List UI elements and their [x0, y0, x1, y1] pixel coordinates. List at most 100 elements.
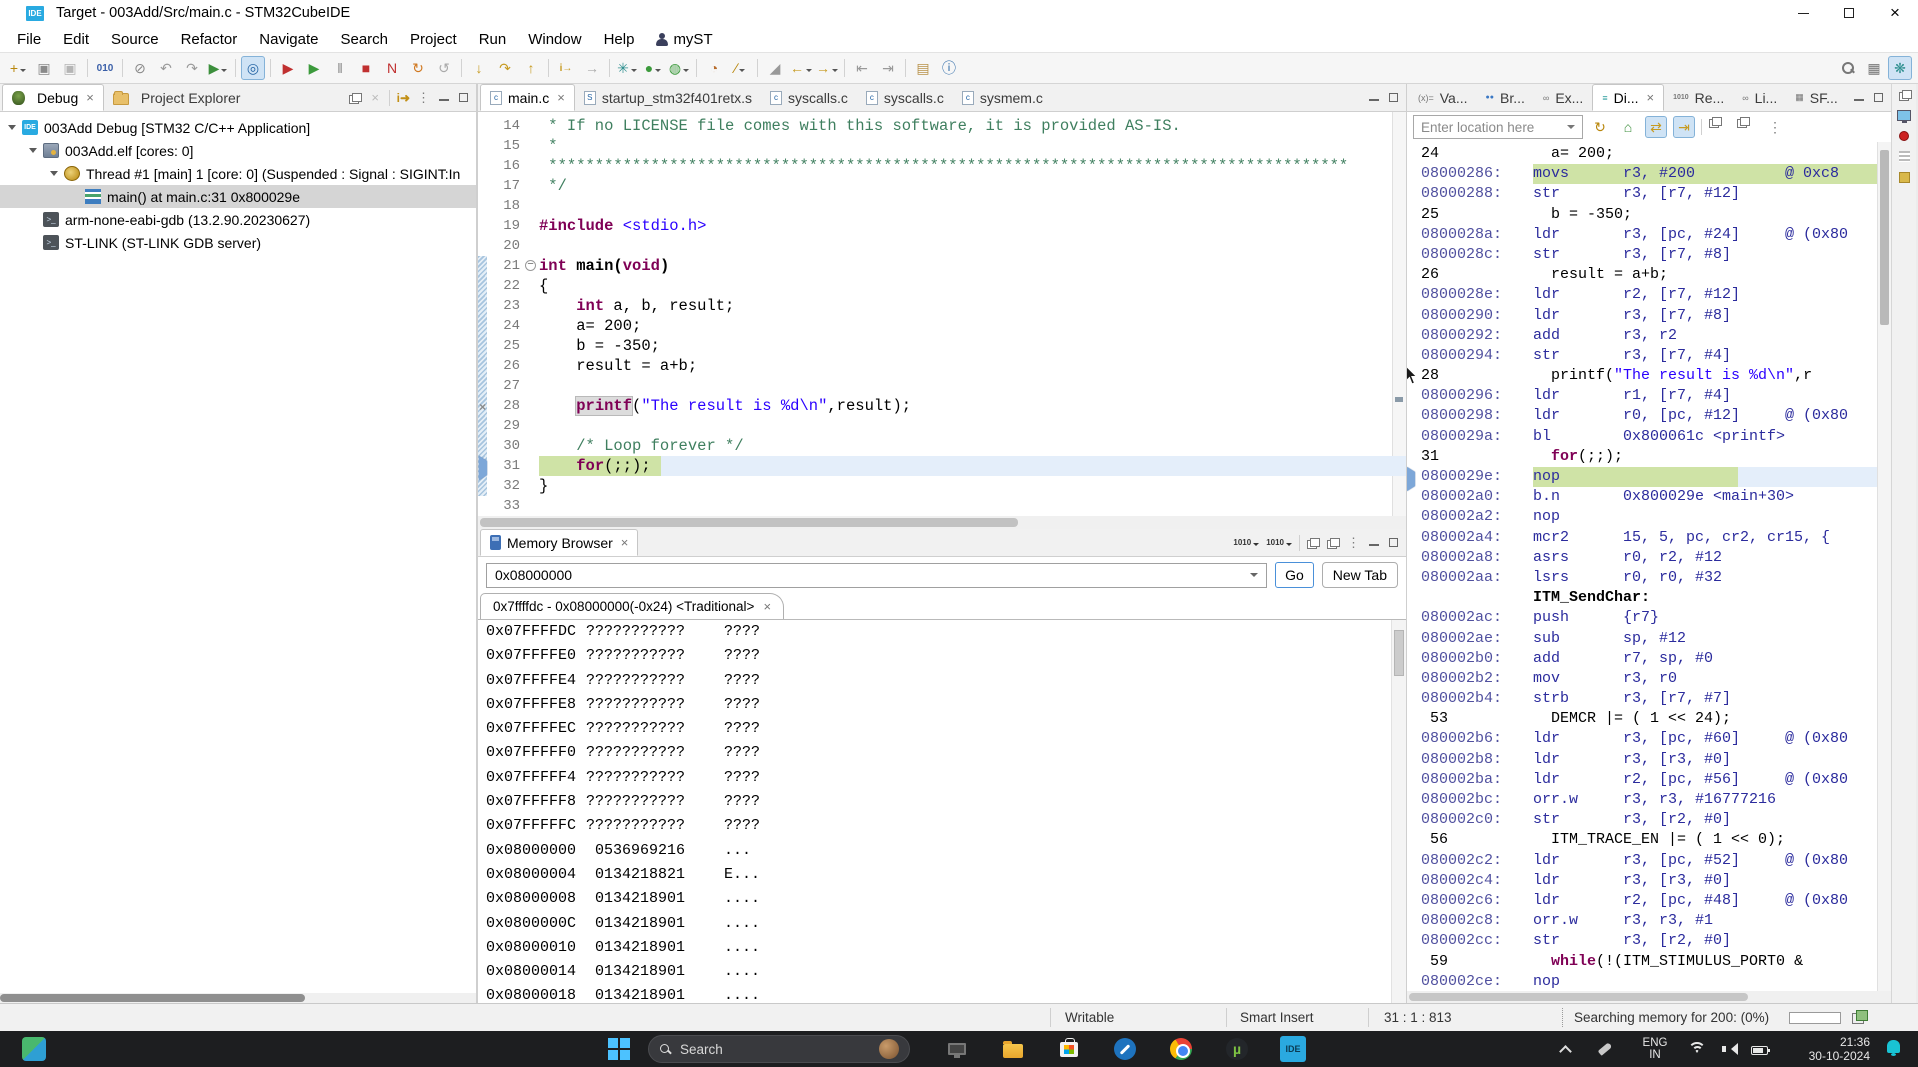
- memory-row[interactable]: 0x0800000C 0134218901....: [486, 915, 1406, 939]
- terminate-relaunch-icon[interactable]: ▶: [276, 56, 300, 80]
- step-return-icon[interactable]: ↑: [519, 56, 543, 80]
- code-line-15[interactable]: 15 *: [478, 136, 1406, 156]
- tab-syscalls-c[interactable]: syscalls.c: [761, 84, 857, 111]
- disasm-instruction-row[interactable]: 08000288:str r3, [r7, #12]: [1407, 184, 1891, 204]
- restart-icon[interactable]: ↻: [406, 56, 430, 80]
- view-menu-icon[interactable]: ⋮: [1764, 116, 1786, 138]
- memory-row[interactable]: 0x07FFFFF4???????????????: [486, 769, 1406, 793]
- tab-startup-stm32f401retx-s[interactable]: startup_stm32f401retx.s: [575, 84, 761, 111]
- memory-row[interactable]: 0x07FFFFE4???????????????: [486, 672, 1406, 696]
- disasm-instruction-row[interactable]: 080002b4:strb r3, [r7, #7]: [1407, 689, 1891, 709]
- disasm-instruction-row[interactable]: 080002ba:ldr r2, [pc, #56] @ (0x80: [1407, 770, 1891, 790]
- close-icon[interactable]: ×: [763, 599, 771, 614]
- chrome-icon[interactable]: [1168, 1036, 1194, 1062]
- drop-to-frame-icon[interactable]: →: [580, 56, 604, 80]
- help-info-icon[interactable]: ⓘ: [937, 56, 961, 80]
- maximize-view-icon[interactable]: [1387, 93, 1400, 102]
- code-line-26[interactable]: 26 result = a+b;: [478, 356, 1406, 376]
- menu-help[interactable]: Help: [593, 31, 646, 48]
- code-line-30[interactable]: 30 /* Loop forever */: [478, 436, 1406, 456]
- maximize-view-icon[interactable]: [1872, 93, 1885, 102]
- tab-memory-browser[interactable]: Memory Browser ×: [480, 529, 638, 556]
- disasm-instruction-row[interactable]: 080002a8:asrs r0, r2, #12: [1407, 548, 1891, 568]
- memory-row[interactable]: 0x07FFFFF8???????????????: [486, 793, 1406, 817]
- chevron-down-icon[interactable]: [1250, 573, 1258, 581]
- coverage-icon[interactable]: ◔: [702, 56, 726, 80]
- disasm-instruction-row[interactable]: 080002cc:str r3, [r2, #0]: [1407, 931, 1891, 951]
- back-icon[interactable]: ←: [789, 56, 813, 80]
- suspend-icon[interactable]: ‖: [328, 56, 352, 80]
- view-menu-icon[interactable]: ⋮: [1347, 535, 1360, 551]
- tab-li-[interactable]: ∞Li...: [1733, 84, 1786, 111]
- code-line-24[interactable]: 24 a= 200;: [478, 316, 1406, 336]
- remove-terminated-icon[interactable]: ×: [369, 90, 382, 105]
- menu-file[interactable]: File: [6, 31, 52, 48]
- disasm-source-row[interactable]: 31 for(;;);: [1407, 447, 1891, 467]
- pen-tray-icon[interactable]: [1592, 1036, 1618, 1062]
- language-indicator[interactable]: ENGIN: [1638, 1036, 1672, 1062]
- close-icon[interactable]: ×: [86, 90, 94, 105]
- memory-row[interactable]: 0x08000004 0134218821E...: [486, 866, 1406, 890]
- windows-start-button[interactable]: [606, 1036, 632, 1062]
- disasm-instruction-row[interactable]: 080002b2:mov r3, r0: [1407, 669, 1891, 689]
- step-into-icon[interactable]: ↓: [467, 56, 491, 80]
- save-icon[interactable]: ▣: [32, 56, 56, 80]
- maximize-view-icon[interactable]: [457, 93, 470, 102]
- disasm-source-row[interactable]: 28 printf("The result is %d\n",r: [1407, 366, 1891, 386]
- minimize-view-icon[interactable]: [1367, 540, 1380, 546]
- code-line-22[interactable]: 22{: [478, 276, 1406, 296]
- disasm-source-row[interactable]: 59 while(!(ITM_STIMULUS_PORT0 &: [1407, 952, 1891, 972]
- memory-row[interactable]: 0x07FFFFE0???????????????: [486, 647, 1406, 671]
- tab-va-[interactable]: (x)=Va...: [1409, 84, 1477, 111]
- menu-window[interactable]: Window: [517, 31, 592, 48]
- debug-tree-item[interactable]: arm-none-eabi-gdb (13.2.90.20230627): [0, 208, 476, 231]
- tab-main-c[interactable]: main.c×: [480, 84, 575, 111]
- close-icon[interactable]: ×: [1646, 90, 1654, 105]
- link-editor-icon[interactable]: ⇥: [876, 56, 900, 80]
- volume-icon[interactable]: [1716, 1036, 1742, 1062]
- memory-row[interactable]: 0x07FFFFE8???????????????: [486, 696, 1406, 720]
- editor-text-area[interactable]: 14 * If no LICENSE file comes with this …: [478, 112, 1406, 516]
- debug-perspective-icon[interactable]: ❋: [1888, 56, 1912, 80]
- this-pc-icon[interactable]: [944, 1036, 970, 1062]
- menu-refactor[interactable]: Refactor: [170, 31, 249, 48]
- new-icon[interactable]: +: [6, 56, 30, 80]
- debug-hscrollbar[interactable]: [0, 993, 476, 1003]
- go-button[interactable]: Go: [1275, 562, 1314, 588]
- disassembly-hscrollbar[interactable]: [1407, 991, 1891, 1003]
- wifi-icon[interactable]: [1684, 1036, 1710, 1062]
- disassembly-vscrollbar[interactable]: [1877, 142, 1891, 991]
- disasm-instruction-row[interactable]: 08000290:ldr r3, [r7, #8]: [1407, 306, 1891, 326]
- close-icon[interactable]: ×: [621, 535, 629, 550]
- battery-icon[interactable]: [1746, 1036, 1772, 1062]
- disasm-source-row[interactable]: 24 a= 200;: [1407, 144, 1891, 164]
- disasm-instruction-row[interactable]: 080002ae:sub sp, #12: [1407, 629, 1891, 649]
- code-line-20[interactable]: 20: [478, 236, 1406, 256]
- maximize-button[interactable]: [1826, 0, 1872, 26]
- disasm-instruction-row[interactable]: 08000292:add r3, r2: [1407, 326, 1891, 346]
- sync-pc-icon[interactable]: ⇄: [1645, 116, 1667, 138]
- tab-project-explorer[interactable]: Project Explorer: [104, 84, 250, 111]
- disasm-instruction-row[interactable]: 0800028a:ldr r3, [pc, #24] @ (0x80: [1407, 225, 1891, 245]
- background-tasks-icon[interactable]: [1852, 1010, 1867, 1024]
- maximize-view-icon[interactable]: [1387, 538, 1400, 547]
- fold-icon[interactable]: −: [525, 260, 536, 271]
- close-button[interactable]: ×: [1872, 0, 1918, 26]
- code-line-28[interactable]: ×28 printf("The result is %d\n",result);: [478, 396, 1406, 416]
- ms-store-icon[interactable]: [1056, 1036, 1082, 1062]
- disasm-instruction-row[interactable]: 080002c8:orr.w r3, r3, #1: [1407, 911, 1891, 931]
- code-line-21[interactable]: 21−int main(void): [478, 256, 1406, 276]
- menu-navigate[interactable]: Navigate: [248, 31, 329, 48]
- disasm-instruction-row[interactable]: 080002c4:ldr r3, [r3, #0]: [1407, 871, 1891, 891]
- disasm-source-row[interactable]: 53 DEMCR |= ( 1 << 24);: [1407, 709, 1891, 729]
- minimize-button[interactable]: [1780, 0, 1826, 26]
- menu-edit[interactable]: Edit: [52, 31, 100, 48]
- prev-edit-icon[interactable]: ◢: [763, 56, 787, 80]
- file-explorer-icon[interactable]: [1000, 1036, 1026, 1062]
- stm32cubeide-taskbar-icon[interactable]: IDE: [1280, 1036, 1306, 1062]
- collapse-all-icon[interactable]: [349, 93, 362, 103]
- undo-mark-icon[interactable]: ↶: [154, 56, 178, 80]
- menu-run[interactable]: Run: [468, 31, 518, 48]
- minimize-view-icon[interactable]: [437, 95, 450, 101]
- disasm-instruction-row[interactable]: 080002c6:ldr r2, [pc, #48] @ (0x80: [1407, 891, 1891, 911]
